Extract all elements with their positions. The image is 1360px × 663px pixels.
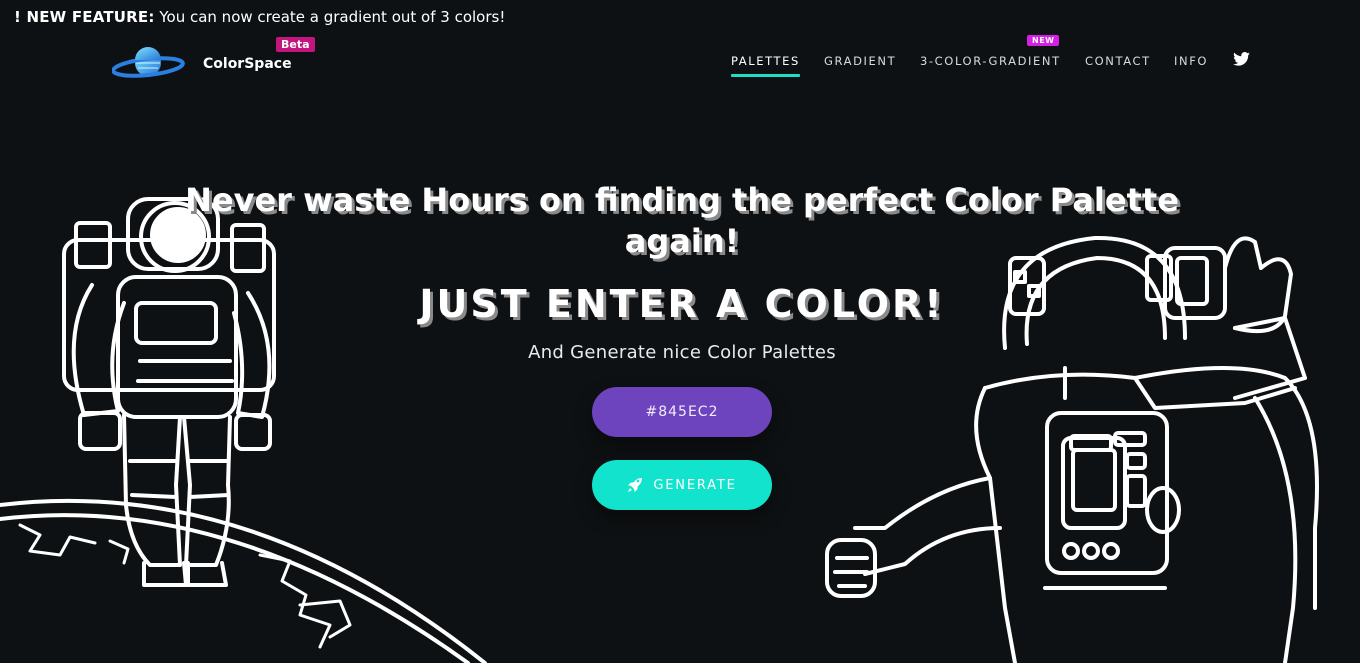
page: ! NEW FEATURE: You can now create a grad…: [0, 0, 1360, 663]
rocket-icon: [628, 478, 643, 492]
announcement-banner: ! NEW FEATURE: You can now create a grad…: [14, 8, 505, 26]
announcement-prefix: ! NEW FEATURE:: [14, 8, 155, 26]
hero-tagline: And Generate nice Color Palettes: [528, 342, 836, 363]
hero-subtitle: JUST ENTER A COLOR!: [419, 282, 945, 326]
twitter-icon[interactable]: [1233, 52, 1250, 66]
nav-palettes[interactable]: PALETTES: [731, 54, 800, 77]
nav-info[interactable]: INFO: [1174, 54, 1208, 68]
color-input[interactable]: [592, 387, 772, 437]
nav-contact[interactable]: CONTACT: [1085, 54, 1151, 68]
beta-badge: Beta: [276, 37, 315, 52]
generate-label: GENERATE: [653, 477, 737, 493]
nav-3-color-gradient[interactable]: 3-COLOR-GRADIENT: [920, 54, 1061, 68]
announcement-text: You can now create a gradient out of 3 c…: [154, 8, 506, 26]
nav-gradient[interactable]: GRADIENT: [824, 54, 896, 68]
hero-title: Never waste Hours on finding the perfect…: [185, 181, 1179, 260]
generate-button[interactable]: GENERATE: [592, 460, 772, 510]
new-badge: NEW: [1027, 35, 1060, 46]
main-nav: PALETTES GRADIENT 3-COLOR-GRADIENT CONTA…: [0, 54, 1360, 84]
